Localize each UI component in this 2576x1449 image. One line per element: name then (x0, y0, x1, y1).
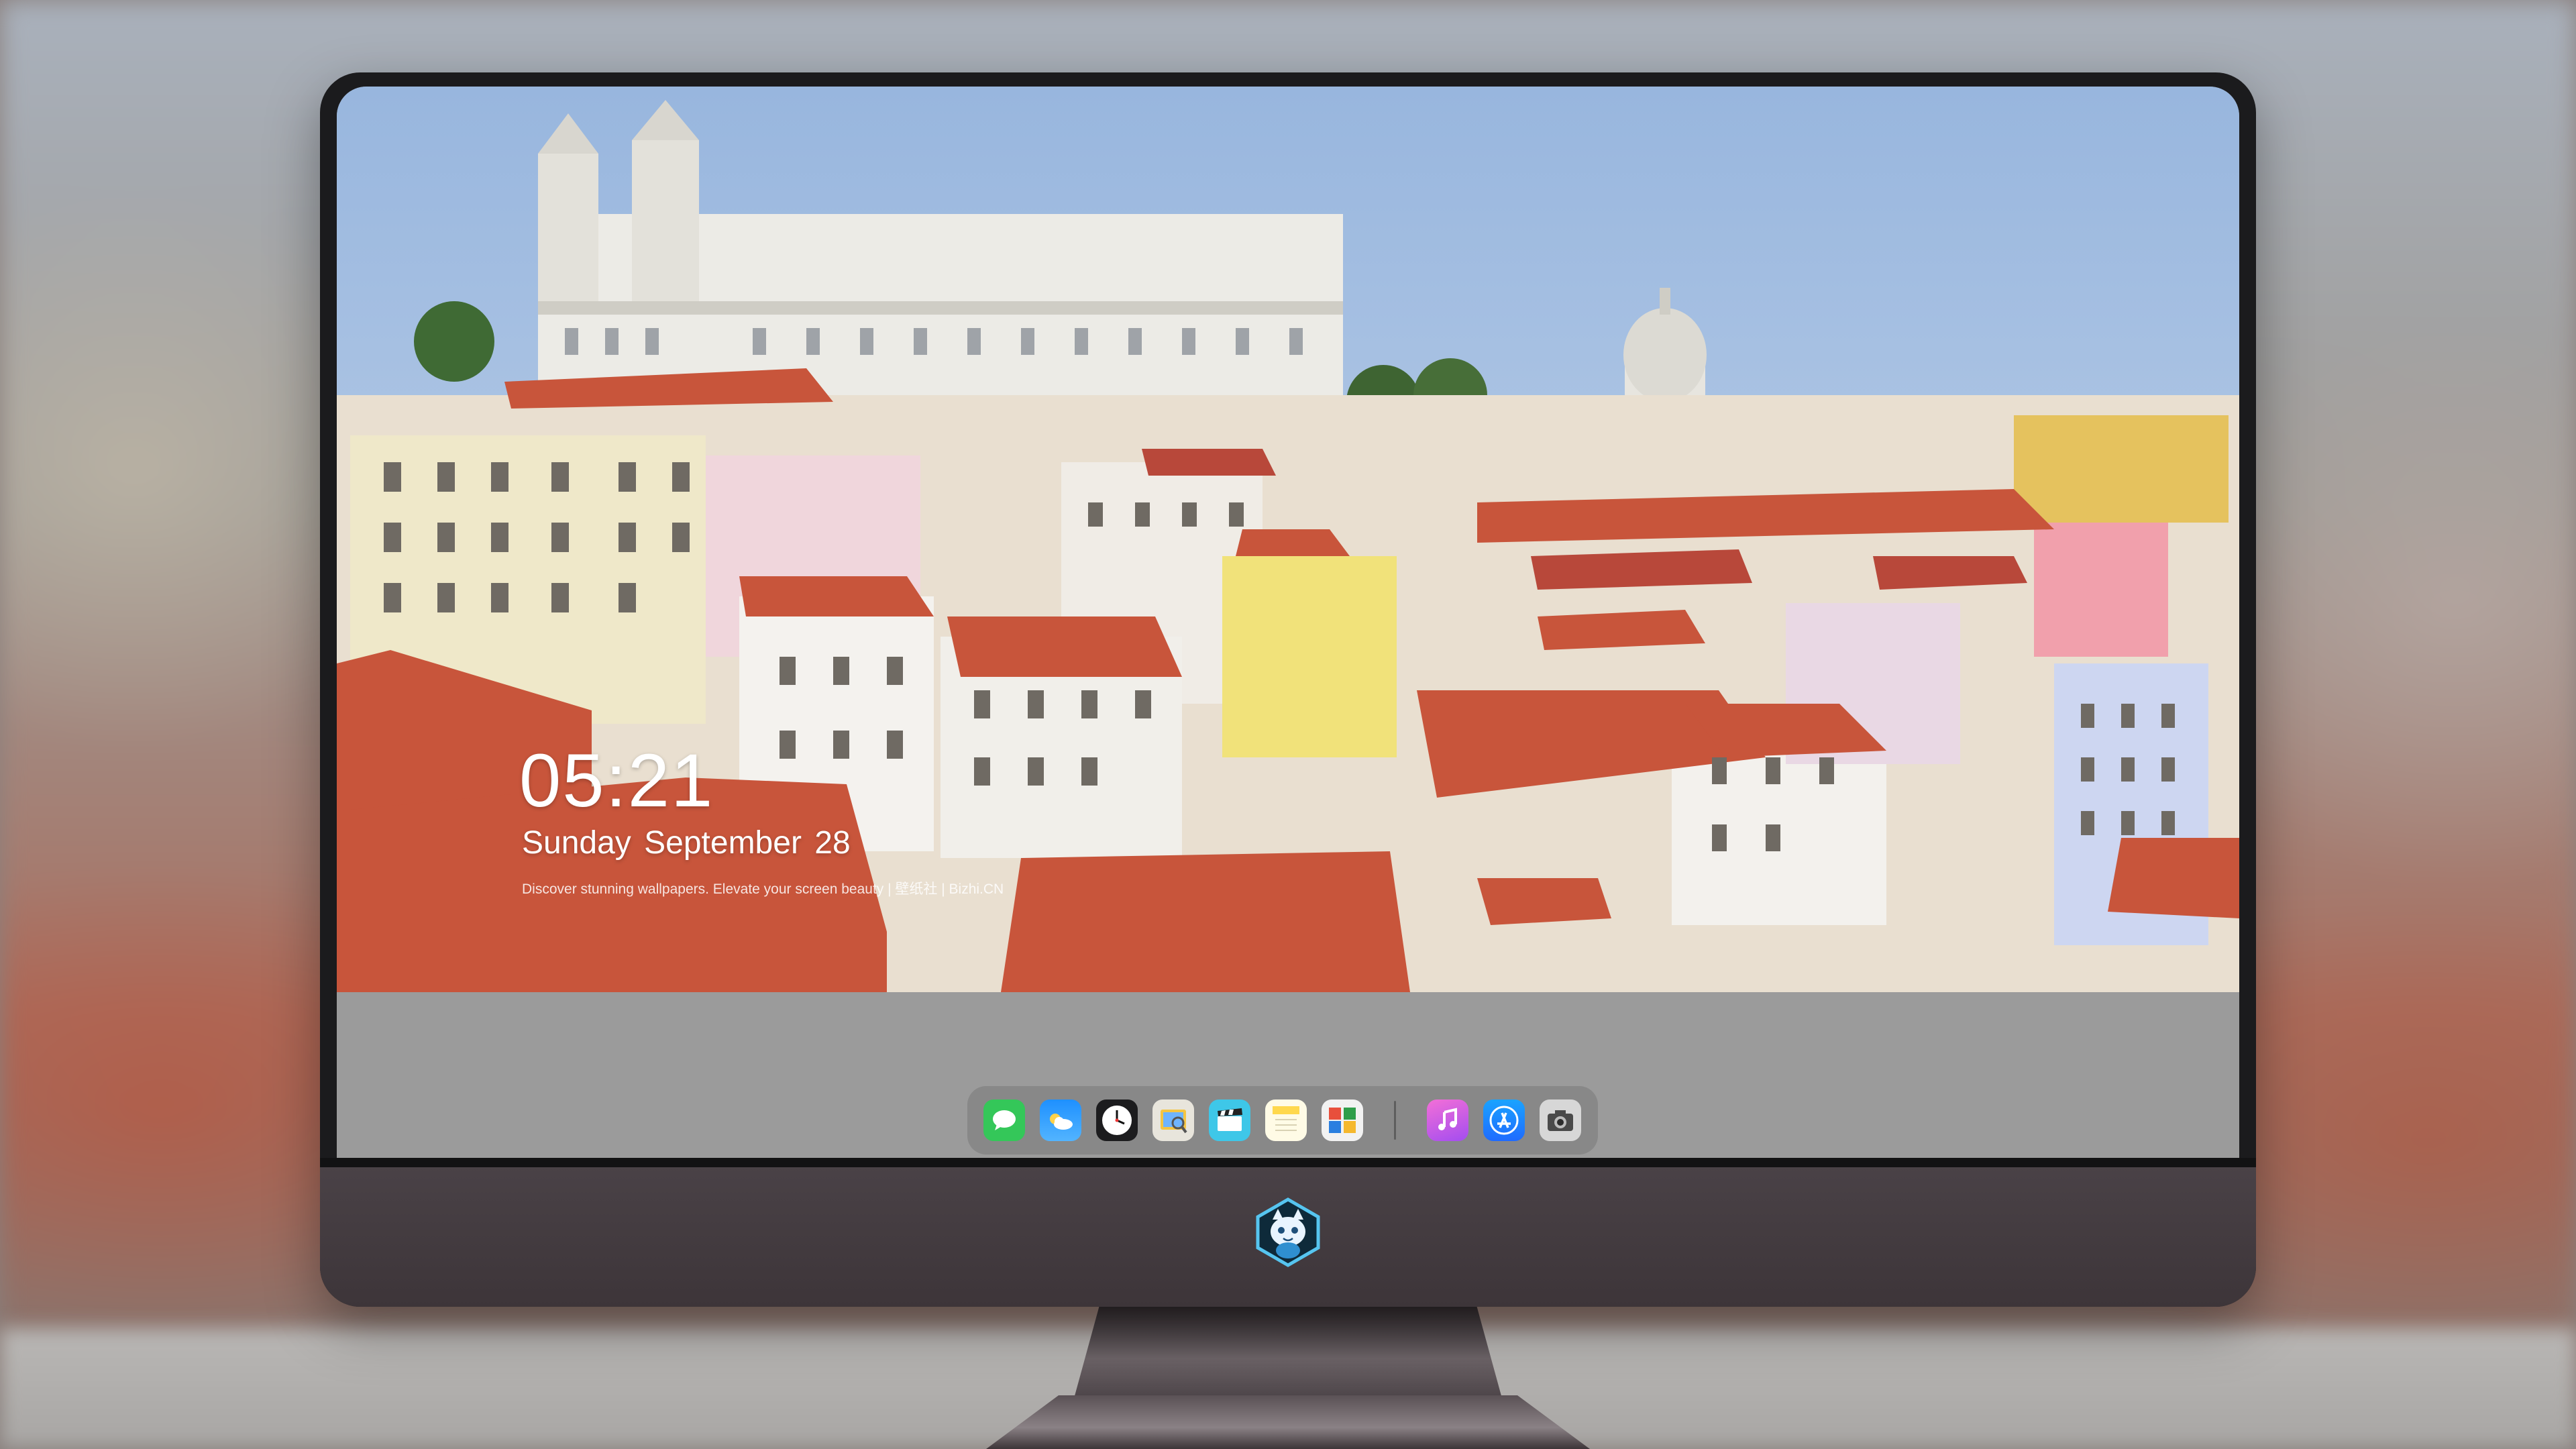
music-note-icon (1438, 1108, 1457, 1130)
dock-item-photo-booth[interactable] (1322, 1099, 1363, 1141)
dock-item-app-store[interactable] (1483, 1099, 1525, 1141)
lock-screen-time: 05:21 (519, 739, 714, 822)
dock-item-clock[interactable] (1096, 1099, 1138, 1141)
clapperboard-icon (1218, 1108, 1242, 1131)
screen: 05:21 Sunday September 28 Discover stunn… (337, 87, 2239, 1158)
dock (967, 1086, 1598, 1155)
dock-item-messages[interactable] (983, 1099, 1025, 1141)
chin-divider (320, 1158, 2256, 1167)
monitor-stand-base (986, 1395, 1590, 1449)
notes-icon (1273, 1106, 1299, 1131)
cloud-icon (1050, 1114, 1073, 1130)
message-bubble-icon (993, 1110, 1016, 1130)
dock-separator (1394, 1101, 1396, 1140)
monitor-stand-neck (1073, 1307, 1503, 1401)
dock-item-preview[interactable] (1152, 1099, 1194, 1141)
app-store-icon (1489, 1106, 1519, 1135)
clock-icon (1102, 1106, 1132, 1135)
wallpaper-tagline: Discover stunning wallpapers. Elevate yo… (522, 881, 1004, 897)
dock-item-itunes[interactable] (1427, 1099, 1468, 1141)
monitor: 05:21 Sunday September 28 Discover stunn… (320, 72, 2256, 1307)
cat-mascot-logo-icon (1256, 1197, 1320, 1267)
photos-icon (1329, 1108, 1356, 1133)
camera-icon (1548, 1110, 1573, 1131)
dock-item-camera[interactable] (1540, 1099, 1581, 1141)
preview-icon (1161, 1110, 1187, 1134)
dock-item-clips[interactable] (1209, 1099, 1250, 1141)
dock-item-notes[interactable] (1265, 1099, 1307, 1141)
lock-screen-date: Sunday September 28 (522, 825, 851, 861)
dock-item-weather[interactable] (1040, 1099, 1081, 1141)
desktop-stage: 05:21 Sunday September 28 Discover stunn… (0, 0, 2576, 1449)
